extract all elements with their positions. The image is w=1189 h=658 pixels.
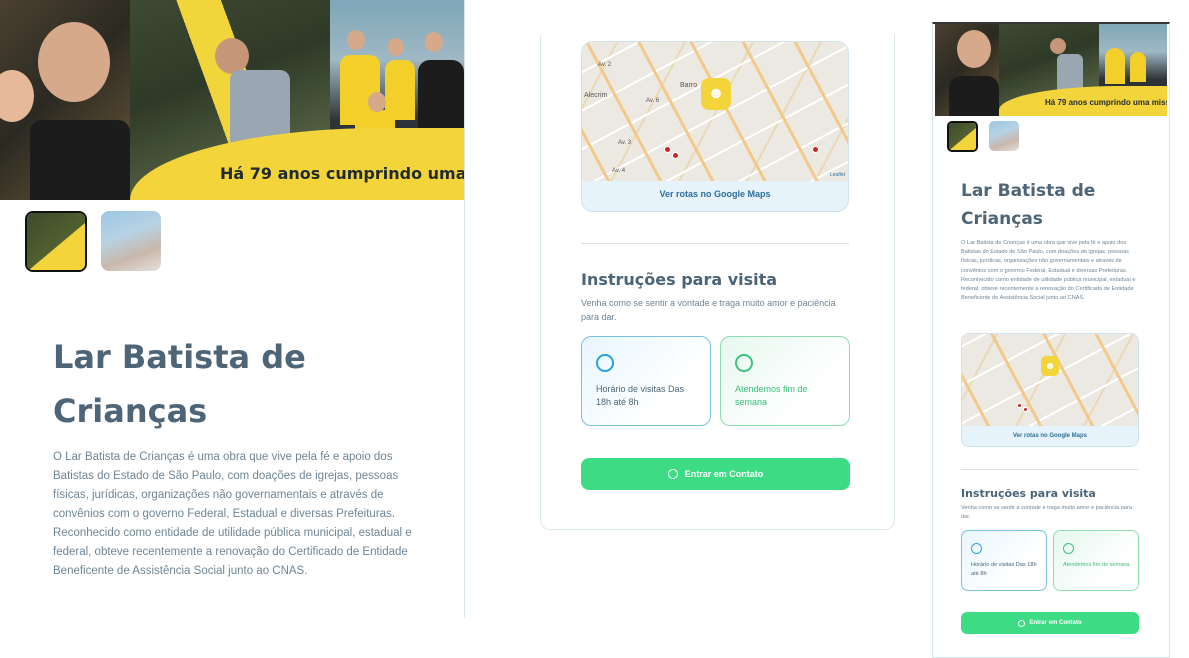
clock-icon-mobile (971, 543, 982, 554)
hero-banner: Há 79 anos cumprindo uma missã (0, 0, 464, 200)
thumb-photo-2-mobile[interactable] (989, 121, 1019, 151)
map-street-label: Av. 2 (598, 62, 612, 68)
map-marker-icon-mobile[interactable]: ☻ (1041, 356, 1059, 376)
map-attribution: Leaflet (829, 172, 845, 178)
contact-button-mobile[interactable]: Entrar em Contato (961, 612, 1139, 634)
map-poi-pin (672, 152, 679, 159)
visit-subtitle-mobile: Venha como se sentir a vontade e traga m… (961, 505, 1133, 520)
whatsapp-icon (667, 469, 678, 479)
visit-subtitle: Venha como se sentir a vontade e traga m… (581, 298, 836, 322)
map-street-label: Av. 3 (618, 140, 632, 146)
map-route-link[interactable]: Ver rotas no Google Maps (582, 189, 848, 199)
weekend-text: Atendemos fim de semana (735, 384, 808, 407)
map-street-label: Av. 4 (612, 168, 626, 174)
thumb-photo-2[interactable] (101, 211, 161, 271)
visit-hours-text: Horário de visitas Das 18h até 8h (596, 384, 685, 407)
map-poi-pin (664, 146, 671, 153)
map-street-label: Barro (680, 82, 698, 89)
visit-title-mobile: Instruções para visita (961, 487, 1096, 500)
clock-icon (596, 354, 614, 372)
page-title-line-1: Lar Batista de (53, 338, 306, 376)
contact-button[interactable]: Entrar em Contato (581, 458, 850, 490)
map-poi-pin (812, 146, 819, 153)
panel-desktop-center: Av. 2 Av. 6 Av. 3 Av. 4 Barro Alecrim ☻ … (540, 35, 895, 530)
page-title-line-1-mobile: Lar Batista de (961, 181, 1096, 201)
whatsapp-icon-mobile (1018, 619, 1026, 627)
map-poi-pin (1023, 407, 1028, 412)
visit-hours-card: Horário de visitas Das 18h até 8h (581, 336, 711, 426)
panel-mobile: Há 79 anos cumprindo uma missã Lar Batis… (932, 22, 1170, 658)
visit-hours-text-mobile: Horário de visitas Das 18h até 8h (971, 562, 1037, 577)
banner-text: Há 79 anos cumprindo uma missã (220, 164, 464, 183)
map-widget-mobile[interactable]: ☻ Ver rotas no Google Maps (961, 333, 1139, 447)
map-widget[interactable]: Av. 2 Av. 6 Av. 3 Av. 4 Barro Alecrim ☻ … (581, 41, 849, 212)
contact-button-label-mobile: Entrar em Contato (1029, 620, 1082, 626)
section-divider (581, 243, 849, 244)
map-street-label: Av. 6 (646, 98, 660, 104)
page-title-line-2-mobile: Crianças (961, 209, 1043, 229)
org-description: O Lar Batista de Crianças é uma obra que… (53, 451, 412, 577)
hero-banner-mobile: Há 79 anos cumprindo uma missã (935, 24, 1167, 116)
thumb-photo-1-mobile[interactable] (947, 121, 978, 152)
visit-hours-card-mobile: Horário de visitas Das 18h até 8h (961, 530, 1047, 591)
map-poi-pin (1017, 403, 1022, 408)
weekend-card: Atendemos fim de semana (720, 336, 850, 426)
weekend-card-mobile: Atendemos fim de semana (1053, 530, 1139, 591)
map-street-label: Alecrim (584, 92, 608, 99)
thumb-photo-1[interactable] (25, 211, 87, 272)
visit-title: Instruções para visita (581, 270, 778, 289)
info-icon (735, 354, 753, 372)
page-title: Lar Batista de Crianças (53, 330, 306, 438)
page-title-line-2: Crianças (53, 392, 208, 430)
banner-text-mobile: Há 79 anos cumprindo uma missã (1045, 98, 1167, 107)
map-marker-icon[interactable]: ☻ (701, 78, 731, 110)
page-title-mobile: Lar Batista de Crianças (961, 177, 1095, 233)
org-description-mobile: O Lar Batista de Crianças é uma obra que… (961, 240, 1136, 302)
contact-button-label: Entrar em Contato (684, 469, 764, 479)
panel-desktop-left: Há 79 anos cumprindo uma missã Lar Batis… (0, 0, 465, 618)
map-route-link-mobile[interactable]: Ver rotas no Google Maps (962, 433, 1138, 439)
weekend-text-mobile: Atendemos fim de semana (1063, 562, 1130, 568)
info-icon-mobile (1063, 543, 1074, 554)
section-divider-mobile (961, 469, 1139, 470)
